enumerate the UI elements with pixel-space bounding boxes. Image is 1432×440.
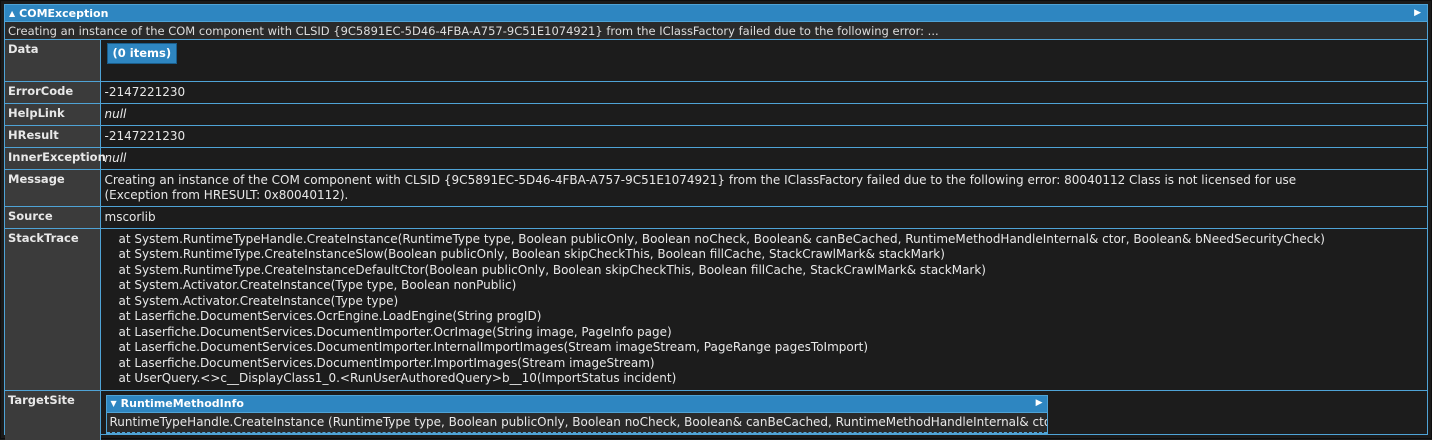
- exception-summary: Creating an instance of the COM componen…: [5, 22, 1427, 40]
- hresult-value: -2147221230: [100, 125, 1427, 148]
- message-line: Creating an instance of the COM componen…: [104, 172, 1297, 187]
- triangle-right-icon[interactable]: ▶: [1414, 8, 1421, 18]
- property-label: HResult: [5, 125, 101, 148]
- property-label: ErrorCode: [5, 81, 101, 104]
- property-row-innerexception: InnerException null: [5, 147, 1427, 170]
- stacktrace-list: at System.RuntimeTypeHandle.CreateInstan…: [105, 232, 1424, 387]
- stack-frame: at Laserfiche.DocumentServices.DocumentI…: [118, 355, 655, 370]
- targetsite-block: ▼ RuntimeMethodInfo ▶ RuntimeTypeHandle.…: [105, 394, 1048, 434]
- stack-frame: at Laserfiche.DocumentServices.OcrEngine…: [118, 309, 542, 323]
- targetsite-summary: RuntimeTypeHandle.CreateInstance (Runtim…: [106, 411, 1047, 433]
- output-panel: ▲ COMException ▶ Creating an instance of…: [0, 0, 1432, 440]
- stack-frame: at System.RuntimeTypeHandle.CreateInstan…: [118, 231, 1326, 246]
- stack-frame: at System.RuntimeType.CreateInstanceDefa…: [118, 262, 987, 277]
- property-label: Data: [5, 40, 101, 82]
- exception-header[interactable]: ▲ COMException ▶: [5, 5, 1427, 22]
- triangle-down-icon[interactable]: ▼: [111, 396, 117, 411]
- stack-frame: at System.RuntimeType.CreateInstanceSlow…: [118, 247, 945, 261]
- property-row-helplink: HelpLink null: [5, 103, 1427, 126]
- property-row-source: Source mscorlib: [5, 206, 1427, 229]
- exception-block: ▲ COMException ▶ Creating an instance of…: [4, 4, 1428, 440]
- targetsite-header[interactable]: ▼ RuntimeMethodInfo ▶: [106, 395, 1047, 412]
- property-label: InnerException: [5, 147, 106, 170]
- targetsite-title: RuntimeMethodInfo: [120, 397, 244, 410]
- errorcode-value: -2147221230: [100, 81, 1427, 104]
- triangle-up-icon[interactable]: ▲: [9, 9, 15, 18]
- properties-table: Data (0 items) ErrorCode -2147221230 Hel…: [5, 40, 1427, 440]
- property-label: Source: [5, 206, 101, 229]
- exception-title: COMException: [19, 6, 109, 20]
- stack-frame: at UserQuery.<>c__DisplayClass1_0.<RunUs…: [118, 371, 677, 385]
- property-label: StackTrace: [5, 228, 101, 391]
- property-label: TargetSite: [5, 390, 101, 440]
- property-row-errorcode: ErrorCode -2147221230: [5, 81, 1427, 104]
- property-row-data: Data (0 items): [5, 40, 1427, 82]
- property-row-message: Message Creating an instance of the COM …: [5, 169, 1427, 207]
- helplink-value: null: [100, 103, 1427, 126]
- message-line: (Exception from HRESULT: 0x80040112).: [104, 187, 349, 202]
- innerexception-value: null: [100, 147, 1427, 170]
- triangle-right-icon[interactable]: ▶: [1036, 396, 1043, 411]
- property-row-stacktrace: StackTrace at System.RuntimeTypeHandle.C…: [5, 228, 1427, 391]
- stack-frame: at Laserfiche.DocumentServices.DocumentI…: [118, 340, 869, 354]
- data-items-button[interactable]: (0 items): [106, 43, 178, 64]
- stack-frame: at System.Activator.CreateInstance(Type …: [118, 278, 517, 292]
- property-label: HelpLink: [5, 103, 101, 126]
- stack-frame: at Laserfiche.DocumentServices.DocumentI…: [118, 324, 672, 339]
- source-value: mscorlib: [100, 206, 1427, 229]
- property-row-targetsite: TargetSite ▼ RuntimeMethodInfo ▶ Runtime…: [5, 390, 1427, 440]
- property-label: Message: [5, 169, 101, 207]
- stack-frame: at System.Activator.CreateInstance(Type …: [118, 293, 399, 308]
- property-row-hresult: HResult -2147221230: [5, 125, 1427, 148]
